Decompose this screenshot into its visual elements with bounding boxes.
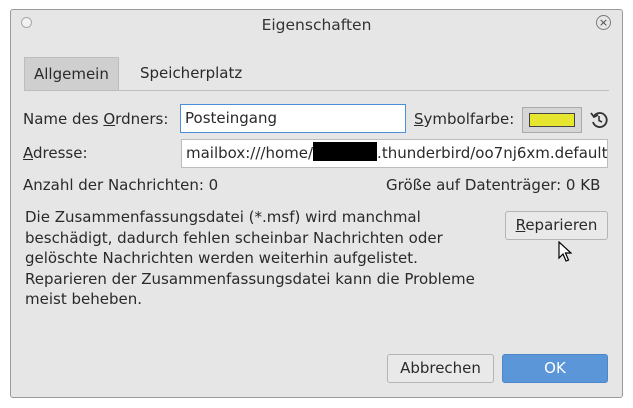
repair-description: Die Zusammenfassungsdatei (*.msf) wird m… [25, 207, 495, 310]
mouse-cursor-icon [558, 241, 572, 262]
disk-size-value: 0 KB [565, 176, 601, 194]
description-line: gelöschte Nachrichten werden weiterhin a… [25, 249, 418, 267]
address-label: Adresse: [23, 144, 88, 162]
cancel-button[interactable]: Abbrechen [387, 354, 494, 383]
reset-history-icon[interactable] [588, 109, 610, 131]
redacted-username [313, 142, 378, 161]
ok-button[interactable]: OK [502, 354, 608, 383]
properties-dialog: Eigenschaften × Allgemein Speicherplatz … [10, 9, 623, 398]
tab-bar: Allgemein Speicherplatz [24, 57, 609, 91]
tab-allgemein[interactable]: Allgemein [24, 57, 119, 90]
folder-name-input[interactable]: Posteingang [180, 104, 406, 133]
description-line: Die Zusammenfassungsdatei (*.msf) wird m… [25, 208, 421, 226]
address-field[interactable]: mailbox:///home/.thunderbird/oo7nj6xm.de… [181, 139, 608, 168]
symbol-color-button[interactable] [522, 107, 582, 133]
description-line: Reparieren der Zusammenfassungsdatei kan… [25, 269, 475, 288]
close-icon[interactable]: × [596, 15, 611, 30]
title-bar[interactable]: Eigenschaften × [11, 10, 622, 42]
symbol-color-label: Symbolfarbe: [414, 110, 515, 128]
description-line: beschädigt, dadurch fehlen scheinbar Nac… [25, 228, 443, 247]
message-count-label: Anzahl der Nachrichten: 0 [23, 176, 219, 194]
disk-size-label: Größe auf Datenträger: 0 KB [386, 176, 601, 194]
tab-speicherplatz[interactable]: Speicherplatz [131, 57, 251, 89]
description-line: meist beheben. [25, 290, 142, 308]
window-title: Eigenschaften [261, 16, 372, 34]
message-count-value: 0 [208, 176, 219, 194]
color-swatch [529, 113, 575, 127]
repair-button[interactable]: Reparieren [505, 211, 608, 240]
folder-name-label: Name des Ordners: [23, 110, 169, 128]
